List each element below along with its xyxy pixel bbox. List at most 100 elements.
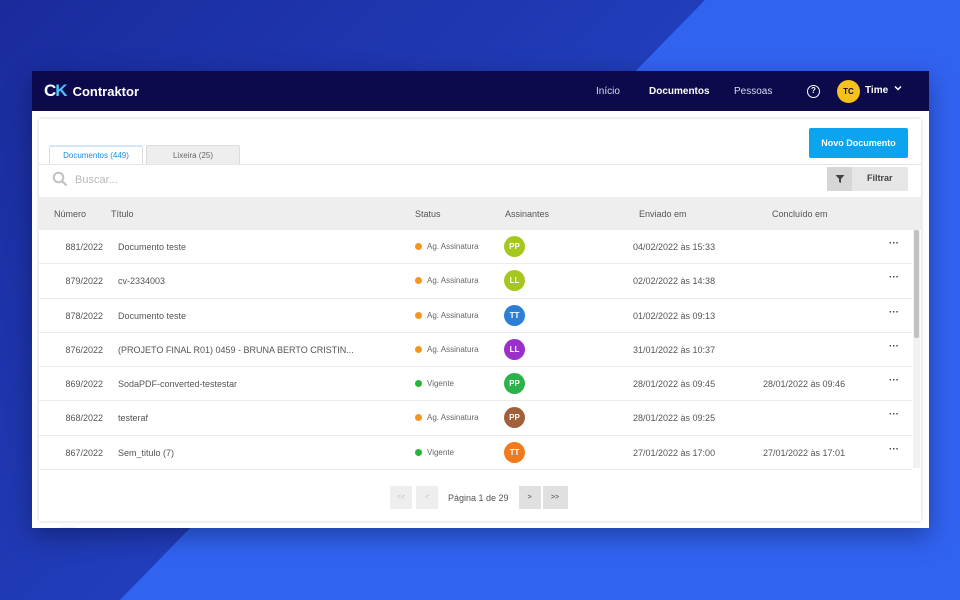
doc-number: 878/2022 <box>65 310 103 321</box>
new-document-button[interactable]: Novo Documento <box>809 128 908 158</box>
status-badge: Vigente <box>415 379 454 388</box>
signer-avatar[interactable]: PP <box>504 236 525 257</box>
status-dot-icon <box>415 380 422 388</box>
completed-date: 28/01/2022 às 09:46 <box>763 379 846 390</box>
doc-number: 868/2022 <box>65 413 103 424</box>
prev-page-button[interactable]: < <box>416 486 438 509</box>
table-row[interactable]: 876/2022 (PROJETO FINAL R01) 0459 - BRUNA… <box>39 333 912 368</box>
filter-button[interactable]: Filtrar <box>827 167 908 191</box>
status-label: Vigente <box>427 447 454 457</box>
doc-title[interactable]: Documento teste <box>118 311 186 321</box>
status-badge: Ag. Assinatura <box>415 345 479 354</box>
column-concluido-em[interactable]: Concluído em <box>772 209 828 219</box>
logo-icon: CK <box>44 81 68 100</box>
app-window: CK Contraktor Início Documentos Pessoas … <box>32 71 929 528</box>
page-indicator: Página 1 de 29 <box>448 492 509 503</box>
table-row[interactable]: 867/2022 Sem_titulo (7) Vigente TT 27/01/202… <box>39 436 912 471</box>
doc-number: 869/2022 <box>65 379 103 390</box>
search-icon <box>52 171 68 192</box>
completed-date: 27/01/2022 às 17:01 <box>763 447 846 458</box>
status-label: Ag. Assinatura <box>427 276 479 286</box>
sent-date: 02/02/2022 às 14:38 <box>633 276 716 287</box>
status-label: Ag. Assinatura <box>427 344 479 354</box>
last-page-button[interactable]: >> <box>542 486 568 509</box>
status-dot-icon <box>415 311 422 319</box>
next-page-button[interactable]: > <box>518 486 541 509</box>
status-dot-icon <box>415 345 422 353</box>
more-options-icon[interactable]: ··· <box>889 238 899 249</box>
nav-documentos[interactable]: Documentos <box>649 71 710 111</box>
signer-avatar[interactable]: PP <box>504 407 525 429</box>
status-dot-icon <box>415 448 422 456</box>
signer-avatar[interactable]: PP <box>504 373 525 395</box>
status-dot-icon <box>415 277 422 285</box>
more-options-icon[interactable]: ··· <box>889 375 899 386</box>
logo[interactable]: CK Contraktor <box>44 81 139 101</box>
documents-card: Novo Documento Documentos (449) Lixeira … <box>39 119 921 521</box>
help-icon[interactable]: ? <box>807 85 820 98</box>
doc-title[interactable]: Documento teste <box>118 242 186 252</box>
doc-number: 879/2022 <box>65 276 103 287</box>
sent-date: 01/02/2022 às 09:13 <box>633 310 716 321</box>
sent-date: 27/01/2022 às 17:00 <box>633 447 716 458</box>
signer-avatar[interactable]: TT <box>504 441 525 463</box>
more-options-icon[interactable]: ··· <box>889 444 899 455</box>
table-row[interactable]: 869/2022 SodaPDF-converted-testestar Vigen… <box>39 367 912 402</box>
doc-title[interactable]: (PROJETO FINAL R01) 0459 - BRUNA BERTO C… <box>118 345 354 355</box>
filter-icon <box>827 167 852 191</box>
column-numero[interactable]: Número <box>54 209 86 219</box>
pagination: << < Página 1 de 29 > >> <box>390 486 568 509</box>
table-body: 881/2022 Documento teste Ag. Assinatura PP 0… <box>39 230 912 471</box>
status-badge: Vigente <box>415 448 454 457</box>
divider <box>39 164 921 165</box>
signer-avatar[interactable]: LL <box>504 338 525 360</box>
doc-title[interactable]: testeraf <box>118 413 148 423</box>
table-row[interactable]: 868/2022 testeraf Ag. Assinatura PP 28/01/20… <box>39 401 912 436</box>
first-page-button[interactable]: << <box>390 486 412 509</box>
status-badge: Ag. Assinatura <box>415 311 479 320</box>
sent-date: 28/01/2022 às 09:25 <box>633 413 716 424</box>
scrollbar-thumb[interactable] <box>914 230 919 338</box>
signer-avatar[interactable]: LL <box>504 270 525 292</box>
doc-number: 867/2022 <box>65 447 103 458</box>
more-options-icon[interactable]: ··· <box>889 409 899 420</box>
column-titulo[interactable]: Título <box>111 209 134 219</box>
status-badge: Ag. Assinatura <box>415 276 479 285</box>
table-row[interactable]: 881/2022 Documento teste Ag. Assinatura PP 0… <box>39 230 912 265</box>
search-input[interactable] <box>75 170 675 190</box>
scrollbar[interactable] <box>913 230 920 468</box>
doc-number: 881/2022 <box>65 242 103 252</box>
doc-title[interactable]: Sem_titulo (7) <box>118 448 174 458</box>
table-row[interactable]: 878/2022 Documento teste Ag. Assinatura TT 0… <box>39 299 912 333</box>
sent-date: 31/01/2022 às 10:37 <box>633 344 716 355</box>
more-options-icon[interactable]: ··· <box>889 307 899 318</box>
doc-number: 876/2022 <box>65 344 103 355</box>
table-header: Número Título Status Assinantes Enviado … <box>39 197 921 230</box>
status-dot-icon <box>415 414 422 422</box>
filter-label: Filtrar <box>867 173 893 183</box>
column-enviado-em[interactable]: Enviado em <box>639 209 687 219</box>
logo-text: Contraktor <box>72 83 140 99</box>
more-options-icon[interactable]: ··· <box>889 272 899 283</box>
status-label: Ag. Assinatura <box>427 242 479 251</box>
user-avatar[interactable]: TC <box>837 80 860 103</box>
status-label: Vigente <box>427 379 454 389</box>
signer-avatar[interactable]: TT <box>504 304 525 326</box>
user-name[interactable]: Time <box>865 85 888 96</box>
column-assinantes[interactable]: Assinantes <box>505 209 549 219</box>
top-navbar: CK Contraktor Início Documentos Pessoas … <box>32 71 929 111</box>
more-options-icon[interactable]: ··· <box>889 341 899 352</box>
status-label: Ag. Assinatura <box>427 310 479 320</box>
doc-title[interactable]: cv-2334003 <box>118 276 165 286</box>
sent-date: 04/02/2022 às 15:33 <box>633 242 716 252</box>
tab-lixeira[interactable]: Lixeira (25) <box>146 145 240 164</box>
nav-pessoas[interactable]: Pessoas <box>734 71 772 111</box>
doc-title[interactable]: SodaPDF-converted-testestar <box>118 379 237 389</box>
chevron-down-icon[interactable] <box>894 84 902 94</box>
table-row[interactable]: 879/2022 cv-2334003 Ag. Assinatura LL 02/02/… <box>39 264 912 299</box>
column-status[interactable]: Status <box>415 209 441 219</box>
nav-inicio[interactable]: Início <box>596 71 620 111</box>
tabs: Documentos (449) Lixeira (25) <box>49 145 240 164</box>
tab-documentos[interactable]: Documentos (449) <box>49 145 143 164</box>
status-dot-icon <box>415 243 422 250</box>
